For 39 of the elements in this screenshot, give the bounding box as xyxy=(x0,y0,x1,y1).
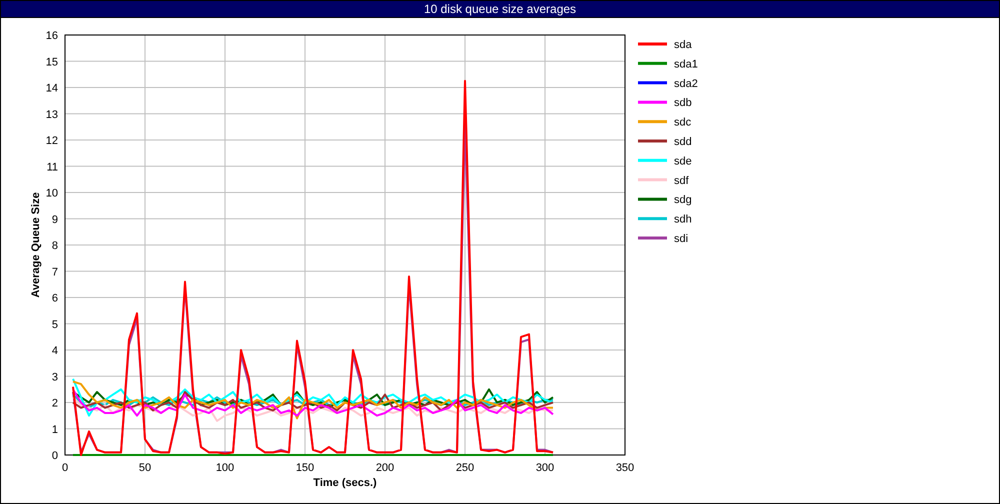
y-tick-label: 4 xyxy=(52,345,58,357)
y-tick-label: 2 xyxy=(52,398,58,410)
legend-label: sda1 xyxy=(674,58,698,70)
y-tick-label: 6 xyxy=(52,292,58,304)
y-tick-label: 16 xyxy=(46,30,58,42)
y-axis-title: Average Queue Size xyxy=(30,192,42,298)
legend-label: sde xyxy=(674,155,692,168)
y-tick-label: 13 xyxy=(46,108,58,121)
legend-label: sda xyxy=(674,39,692,51)
y-tick-label: 14 xyxy=(46,82,58,94)
x-tick-label: 200 xyxy=(376,462,394,474)
legend-label: sdi xyxy=(674,233,688,245)
y-tick-label: 7 xyxy=(52,266,58,278)
x-axis-title: Time (secs.) xyxy=(313,477,377,489)
legend-label: sda2 xyxy=(674,78,698,90)
y-tick-label: 3 xyxy=(52,371,58,384)
y-tick-label: 11 xyxy=(46,161,58,174)
y-tick-label: 9 xyxy=(52,214,58,226)
y-tick-label: 1 xyxy=(52,424,58,436)
y-tick-label: 10 xyxy=(46,188,58,200)
y-tick-label: 12 xyxy=(46,135,58,147)
chart-title: 10 disk queue size averages xyxy=(424,2,576,16)
x-tick-label: 250 xyxy=(456,462,474,474)
legend-label: sdd xyxy=(674,136,692,148)
x-tick-label: 350 xyxy=(616,462,634,474)
x-tick-label: 150 xyxy=(296,462,314,474)
x-tick-label: 100 xyxy=(216,462,234,474)
legend-label: sdb xyxy=(674,97,692,110)
y-tick-label: 15 xyxy=(46,56,58,68)
legend-label: sdg xyxy=(674,194,692,206)
x-tick-label: 300 xyxy=(536,462,554,474)
x-tick-label: 0 xyxy=(62,462,68,474)
legend-label: sdc xyxy=(674,116,692,129)
legend-label: sdf xyxy=(674,174,689,187)
y-tick-label: 5 xyxy=(52,318,58,331)
legend-label: sdh xyxy=(674,214,692,226)
x-tick-label: 50 xyxy=(138,462,152,474)
y-tick-label: 0 xyxy=(52,450,58,462)
y-tick-label: 8 xyxy=(52,240,58,252)
